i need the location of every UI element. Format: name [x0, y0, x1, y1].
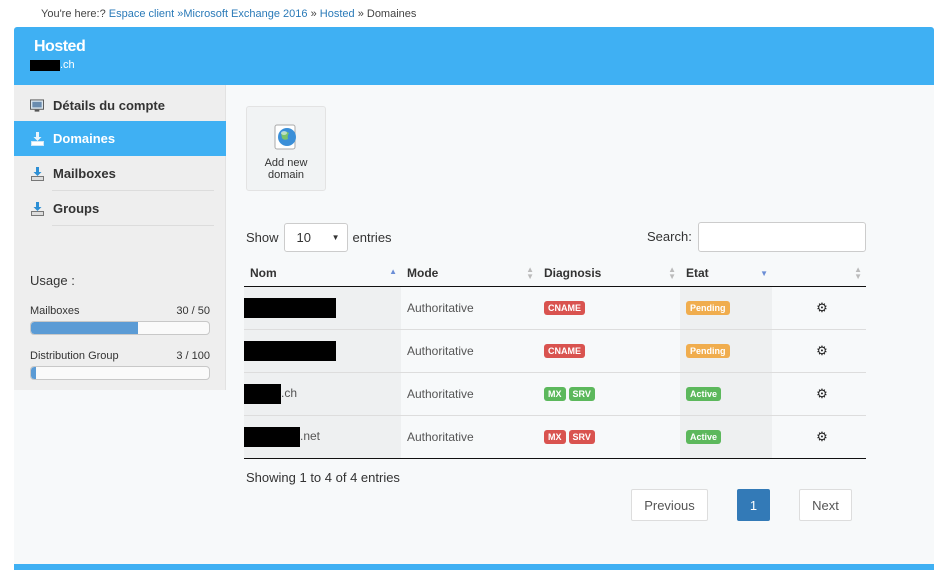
domains-table: Nom ▲ Mode ▲▼ Diagnosis ▲▼ Etat ▼ ▲▼ [244, 260, 866, 459]
etat-cell: Pending [680, 329, 772, 373]
column-header-diagnosis[interactable]: Diagnosis ▲ ▼ [538, 260, 680, 287]
sort-both-icon: ▲ ▼ [854, 265, 862, 281]
column-header-etat[interactable]: Etat ▼ [680, 260, 772, 287]
search-input[interactable] [698, 222, 866, 252]
progress-fill [31, 367, 37, 379]
domain-name-cell [244, 286, 401, 330]
search-label: Search: [647, 229, 692, 244]
next-button[interactable]: Next [799, 489, 852, 521]
breadcrumb-hosted[interactable]: Hosted [320, 8, 355, 20]
divider [52, 225, 214, 226]
sidebar-item-domaines[interactable]: Domaines [14, 121, 226, 156]
table-row: .net Authoritative MX SRV Active ⚙ [244, 415, 866, 459]
usage-title: Usage : [30, 273, 75, 288]
mode-cell: Authoritative [401, 286, 538, 330]
sidebar-item-groups[interactable]: Groups [14, 191, 226, 226]
diagnosis-cell: CNAME [538, 286, 680, 330]
sort-both-icon: ▲ ▼ [668, 265, 676, 281]
status-badge: Pending [686, 301, 730, 315]
etat-cell: Active [680, 415, 772, 459]
settings-gear-icon[interactable]: ⚙ [772, 372, 866, 416]
caret-down-icon: ▼ [331, 233, 340, 242]
table-row: Authoritative CNAME Pending ⚙ [244, 329, 866, 373]
diagnosis-cell: MX SRV [538, 372, 680, 416]
page-header: Hosted .ch [14, 27, 934, 85]
settings-gear-icon[interactable]: ⚙ [772, 415, 866, 459]
sort-asc-icon: ▲ [389, 267, 397, 276]
diagnosis-badge: CNAME [544, 301, 585, 315]
sidebar-item-label: Domaines [53, 131, 116, 146]
settings-gear-icon[interactable]: ⚙ [772, 329, 866, 373]
add-new-domain-button[interactable]: Add new domain [246, 106, 326, 191]
diagnosis-badge: MX [544, 430, 566, 444]
footer-bar [14, 564, 934, 570]
table-row: Authoritative CNAME Pending ⚙ [244, 286, 866, 330]
breadcrumb-exchange[interactable]: »Microsoft Exchange 2016 [177, 8, 307, 20]
mailboxes-progress-bar [30, 321, 210, 335]
etat-cell: Active [680, 372, 772, 416]
mode-cell: Authoritative [401, 415, 538, 459]
download-tray-icon [30, 131, 44, 146]
sidebar-item-mailboxes[interactable]: Mailboxes [14, 156, 226, 191]
redacted-block [244, 297, 336, 318]
redacted-block [244, 426, 300, 447]
settings-gear-icon[interactable]: ⚙ [772, 286, 866, 330]
entries-length-control: Show 10 ▼ entries [246, 223, 392, 252]
diagnosis-badge: MX [544, 387, 566, 401]
table-info: Showing 1 to 4 of 4 entries [246, 470, 400, 485]
sidebar: Détails du compte Domaines Mailboxes Gro… [14, 85, 226, 390]
column-header-actions[interactable]: ▲ ▼ [772, 260, 866, 287]
download-tray-icon [30, 201, 44, 216]
globe-icon [272, 123, 300, 151]
mode-cell: Authoritative [401, 372, 538, 416]
diagnosis-cell: CNAME [538, 329, 680, 373]
status-badge: Active [686, 430, 722, 444]
page-1-button[interactable]: 1 [737, 489, 770, 521]
redacted-block [244, 340, 336, 361]
sidebar-item-label: Détails du compte [53, 98, 165, 113]
column-header-nom[interactable]: Nom ▲ [244, 260, 401, 287]
etat-cell: Pending [680, 286, 772, 330]
distribution-group-progress-bar [30, 366, 210, 380]
sidebar-item-label: Mailboxes [53, 166, 116, 181]
sort-desc-icon: ▼ [760, 269, 768, 278]
sidebar-item-label: Groups [53, 201, 100, 216]
previous-button[interactable]: Previous [631, 489, 708, 521]
mode-cell: Authoritative [401, 329, 538, 373]
breadcrumb-current: Domaines [366, 8, 417, 20]
redacted-block [244, 383, 281, 404]
diagnosis-badge: CNAME [544, 344, 585, 358]
diagnosis-badge: SRV [568, 387, 595, 401]
download-tray-icon [30, 166, 44, 181]
account-domain: .ch [30, 59, 75, 71]
status-badge: Active [686, 387, 722, 401]
breadcrumb-espace-client[interactable]: Espace client [109, 8, 174, 20]
main-content: Détails du compte Domaines Mailboxes Gro… [14, 85, 934, 565]
usage-mailboxes: Mailboxes 30 / 50 [30, 305, 210, 317]
status-badge: Pending [686, 344, 730, 358]
table-row: .ch Authoritative MX SRV Active ⚙ [244, 372, 866, 416]
page-title: Hosted [34, 38, 86, 55]
monitor-icon [30, 98, 44, 113]
progress-fill [31, 322, 138, 334]
diagnosis-cell: MX SRV [538, 415, 680, 459]
sidebar-item-account-details[interactable]: Détails du compte [14, 88, 226, 123]
breadcrumb-prefix: You're here:? [41, 8, 106, 20]
entries-select[interactable]: 10 ▼ [283, 223, 348, 252]
sort-both-icon: ▲ ▼ [526, 265, 534, 281]
breadcrumb: You're here:? Espace client »Microsoft E… [41, 8, 417, 20]
domain-name-cell [244, 329, 401, 373]
domain-name-cell: .net [244, 415, 401, 459]
column-header-mode[interactable]: Mode ▲ ▼ [401, 260, 538, 287]
usage-distribution-group: Distribution Group 3 / 100 [30, 350, 210, 362]
domain-name-cell: .ch [244, 372, 401, 416]
redacted-block [30, 59, 60, 71]
diagnosis-badge: SRV [568, 430, 595, 444]
